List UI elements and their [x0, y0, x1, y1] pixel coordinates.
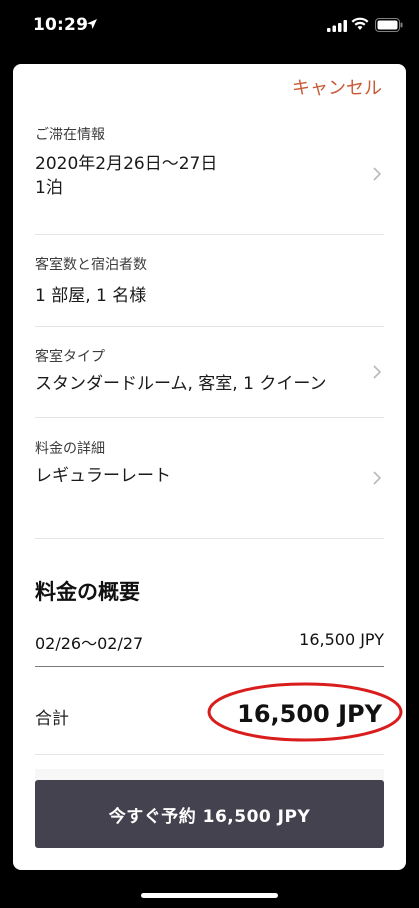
stay-info-label: ご滞在情報 [35, 127, 105, 143]
chevron-right-icon [373, 471, 382, 485]
rate-details-row[interactable]: 料金の詳細 レギュラーレート [35, 438, 384, 498]
battery-icon [375, 18, 403, 32]
status-bar: 10:29 [0, 0, 419, 48]
price-summary-title: 料金の概要 [35, 580, 140, 604]
rooms-guests-value: 1 部屋, 1 名様 [35, 286, 147, 306]
stay-dates: 2020年2月26日〜27日 [35, 154, 218, 174]
divider [35, 538, 384, 539]
room-type-value: スタンダードルーム, 客室, 1 クイーン [35, 374, 327, 394]
room-type-row[interactable]: 客室タイプ スタンダードルーム, 客室, 1 クイーン [35, 346, 384, 406]
room-type-label: 客室タイプ [35, 349, 105, 365]
price-line: 02/26〜02/27 16,500 JPY [35, 630, 384, 654]
total-amount: 16,500 JPY [237, 700, 382, 728]
booking-sheet: キャンセル ご滞在情報 2020年2月26日〜27日 1泊 客室数と宿泊者数 1… [13, 64, 406, 870]
rooms-guests-row: 客室数と宿泊者数 1 部屋, 1 名様 [35, 254, 384, 314]
chevron-right-icon [373, 167, 382, 181]
wifi-icon [351, 17, 369, 30]
cancel-button[interactable]: キャンセル [292, 74, 382, 100]
rate-details-label: 料金の詳細 [35, 441, 105, 457]
cellular-signal-icon [327, 20, 347, 32]
book-now-button[interactable]: 今すぐ予約 16,500 JPY [35, 780, 384, 848]
chevron-right-icon [373, 365, 382, 379]
divider [35, 234, 384, 235]
stay-nights: 1泊 [35, 178, 63, 198]
divider [35, 326, 384, 327]
rate-details-value: レギュラーレート [35, 466, 171, 486]
location-arrow-icon [87, 19, 97, 29]
stay-info-row[interactable]: ご滞在情報 2020年2月26日〜27日 1泊 [35, 124, 384, 232]
divider [35, 754, 384, 755]
divider [35, 417, 384, 418]
rooms-guests-label: 客室数と宿泊者数 [35, 257, 147, 273]
divider [35, 666, 384, 667]
price-period: 02/26〜02/27 [35, 634, 144, 653]
home-indicator [141, 893, 278, 898]
status-time: 10:29 [33, 15, 89, 35]
price-period-amount: 16,500 JPY [299, 630, 384, 649]
total-label: 合計 [35, 709, 69, 729]
